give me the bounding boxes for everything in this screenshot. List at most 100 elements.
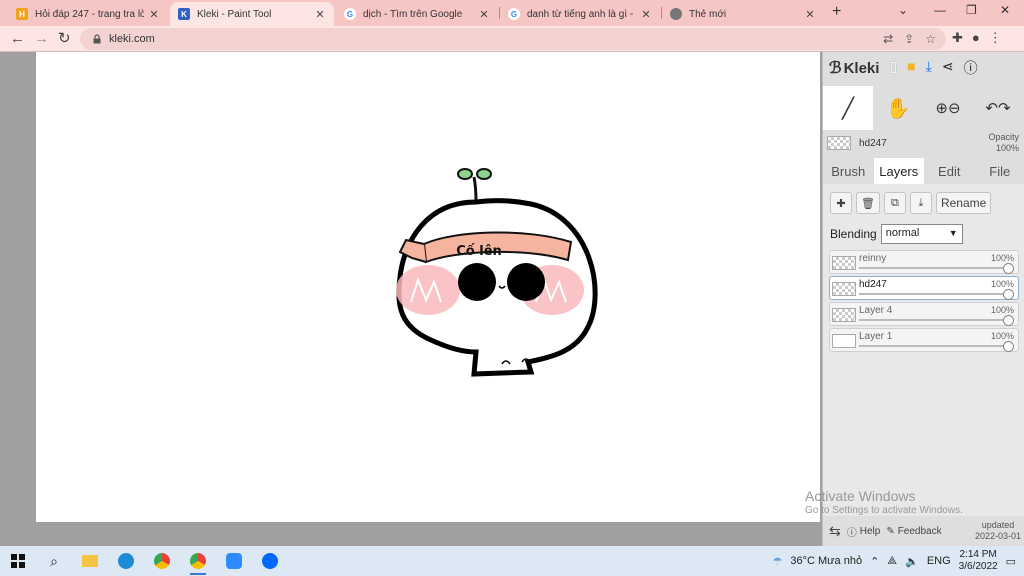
new-tab-plus-icon[interactable]: + <box>832 3 841 21</box>
layer-opacity-slider[interactable] <box>859 345 1010 347</box>
panel-top-bar: ℬ Kleki ▯ ■ ⤓ ⋖ ⓘ <box>823 52 1024 84</box>
drawing-canvas[interactable]: Cố lên <box>36 52 820 522</box>
kleki-favicon-icon: K <box>178 8 190 20</box>
tab-file[interactable]: File <box>975 158 1024 184</box>
tab-search-chevron-icon[interactable]: ⌄ <box>898 3 908 17</box>
open-folder-icon[interactable]: ■ <box>907 58 915 78</box>
layer-thumbnail <box>832 282 856 296</box>
slider-knob[interactable] <box>1003 341 1014 352</box>
slider-knob[interactable] <box>1003 315 1014 326</box>
zoom-app-button[interactable] <box>216 546 252 576</box>
search-button[interactable]: ⌕ <box>36 546 72 576</box>
edge-button[interactable] <box>108 546 144 576</box>
layer-opacity: 100% <box>990 279 1014 289</box>
rename-layer-button[interactable]: Rename <box>935 192 992 214</box>
share-icon[interactable]: ⋖ <box>942 58 954 78</box>
download-icon[interactable]: ⤓ <box>926 58 932 78</box>
tray-chevron-icon[interactable]: ⌃ <box>870 555 879 568</box>
layer-row-layer-1[interactable]: Layer 1 100% <box>829 328 1019 352</box>
close-tab-icon[interactable]: ✕ <box>314 8 326 21</box>
layer-row-hd247[interactable]: hd247 100% <box>829 276 1019 300</box>
headband-text: Cố lên <box>456 244 502 259</box>
current-layer-indicator: hd247 Opacity 100% <box>823 132 1024 156</box>
slider-knob[interactable] <box>1003 263 1014 274</box>
language-indicator[interactable]: ENG <box>927 555 951 567</box>
tab-brush[interactable]: Brush <box>823 158 874 184</box>
feedback-link[interactable]: ✎ Feedback <box>886 526 941 537</box>
close-window-icon[interactable]: ✕ <box>1000 3 1010 17</box>
zalo-button[interactable] <box>252 546 288 576</box>
brush-tool-button[interactable]: ╱ <box>823 86 873 130</box>
close-tab-icon[interactable]: ✕ <box>804 8 816 21</box>
blending-value: normal <box>885 227 920 239</box>
volume-icon[interactable]: 🔈 <box>905 555 919 568</box>
panel-tabs: Brush Layers Edit File <box>823 158 1024 184</box>
extensions-puzzle-icon[interactable]: ✚ <box>952 30 963 46</box>
translate-icon[interactable]: ⇄ <box>883 32 893 46</box>
hand-tool-button[interactable]: ✋ <box>873 86 923 130</box>
layer-row-reinny[interactable]: reinny 100% <box>829 250 1019 274</box>
weather-text[interactable]: 36°C Mưa nhỏ <box>790 555 862 567</box>
bookmark-star-icon[interactable]: ☆ <box>925 32 936 46</box>
restore-icon[interactable]: ❐ <box>966 3 977 17</box>
tab-google-dich[interactable]: G dịch - Tìm trên Google ✕ <box>336 2 498 26</box>
activate-windows-watermark: Activate Windows Go to Settings to activ… <box>805 488 963 516</box>
browser-tab-strip: H Hỏi đáp 247 - trang tra lời ✕ K Kleki … <box>0 0 1024 26</box>
close-tab-icon[interactable]: ✕ <box>640 8 652 21</box>
share-icon[interactable]: ⇪ <box>904 32 914 46</box>
tab-hoidap247[interactable]: H Hỏi đáp 247 - trang tra lời ✕ <box>8 2 168 26</box>
zoom-tool-button[interactable]: ⊕⊖ <box>923 86 973 130</box>
tab-title: dịch - Tìm trên Google <box>363 8 463 20</box>
tab-edit[interactable]: Edit <box>924 158 975 184</box>
windows-taskbar: ⌕ ☂ 36°C Mưa nhỏ ⌃ ⟁ 🔈 ENG 2:14 PM 3/6/2… <box>0 546 1024 576</box>
blending-select[interactable]: normal ▼ <box>880 224 963 244</box>
reload-icon[interactable]: ↻ <box>58 30 71 47</box>
zoom-icon <box>226 553 242 569</box>
layer-opacity-slider[interactable] <box>859 267 1010 269</box>
close-tab-icon[interactable]: ✕ <box>148 8 160 21</box>
duplicate-layer-button[interactable]: ⧉ <box>883 192 906 214</box>
kleki-logo-icon: ℬ <box>829 60 842 77</box>
undo-redo-icon: ↶↷ <box>985 100 1011 117</box>
close-tab-icon[interactable]: ✕ <box>478 8 490 21</box>
tab-layers[interactable]: Layers <box>873 158 924 184</box>
zalo-icon <box>262 553 278 569</box>
minimize-icon[interactable]: — <box>934 3 946 17</box>
forward-arrow-icon[interactable]: → <box>34 30 49 47</box>
tab-google-danhtu[interactable]: G danh từ tiếng anh là gì - Goo ✕ <box>500 2 660 26</box>
file-explorer-button[interactable] <box>72 546 108 576</box>
chrome-active-button[interactable] <box>180 546 216 576</box>
help-link[interactable]: ⓘ Help <box>847 524 881 539</box>
system-tray: ☂ 36°C Mưa nhỏ ⌃ ⟁ 🔈 ENG 2:14 PM 3/6/202… <box>773 546 1024 576</box>
swap-arrows-icon[interactable]: ⇆ <box>829 523 841 540</box>
current-layer-opacity: Opacity 100% <box>988 132 1019 154</box>
canvas-workspace[interactable]: Cố lên <box>0 52 822 546</box>
start-button[interactable] <box>0 546 36 576</box>
slider-knob[interactable] <box>1003 289 1014 300</box>
help-circle-icon[interactable]: ⓘ <box>964 58 978 78</box>
tab-title: Kleki - Paint Tool <box>197 8 272 20</box>
undo-redo-button[interactable]: ↶↷ <box>973 86 1023 130</box>
profile-avatar-icon[interactable]: ● <box>972 30 980 46</box>
browser-menu-icon[interactable]: ⋮ <box>989 30 1002 46</box>
delete-layer-button[interactable]: 🗑 <box>856 192 880 214</box>
layer-opacity-slider[interactable] <box>859 293 1010 295</box>
tab-kleki[interactable]: K Kleki - Paint Tool ✕ <box>170 2 334 26</box>
notifications-icon[interactable]: ▭ <box>1006 555 1016 568</box>
add-layer-button[interactable]: ✚ <box>830 192 852 214</box>
layer-row-layer-4[interactable]: Layer 4 100% <box>829 302 1019 326</box>
new-file-icon[interactable]: ▯ <box>889 58 897 78</box>
opacity-value: 100% <box>995 143 1019 153</box>
network-icon[interactable]: ⟁ <box>887 555 897 568</box>
tab-new-tab[interactable]: Thẻ mới ✕ <box>662 2 824 26</box>
merge-layer-button[interactable]: ⤓ <box>909 192 932 214</box>
help-icon: ⓘ <box>846 527 857 539</box>
merge-down-icon: ⤓ <box>918 196 924 209</box>
layer-opacity-slider[interactable] <box>859 319 1010 321</box>
updated-label: updated <box>981 520 1015 530</box>
duplicate-icon: ⧉ <box>891 196 899 209</box>
back-arrow-icon[interactable]: ← <box>10 30 25 47</box>
chrome-button[interactable] <box>144 546 180 576</box>
address-bar[interactable]: kleki.com ⇄ ⇪ ☆ <box>80 28 946 50</box>
clock[interactable]: 2:14 PM 3/6/2022 <box>959 549 998 573</box>
